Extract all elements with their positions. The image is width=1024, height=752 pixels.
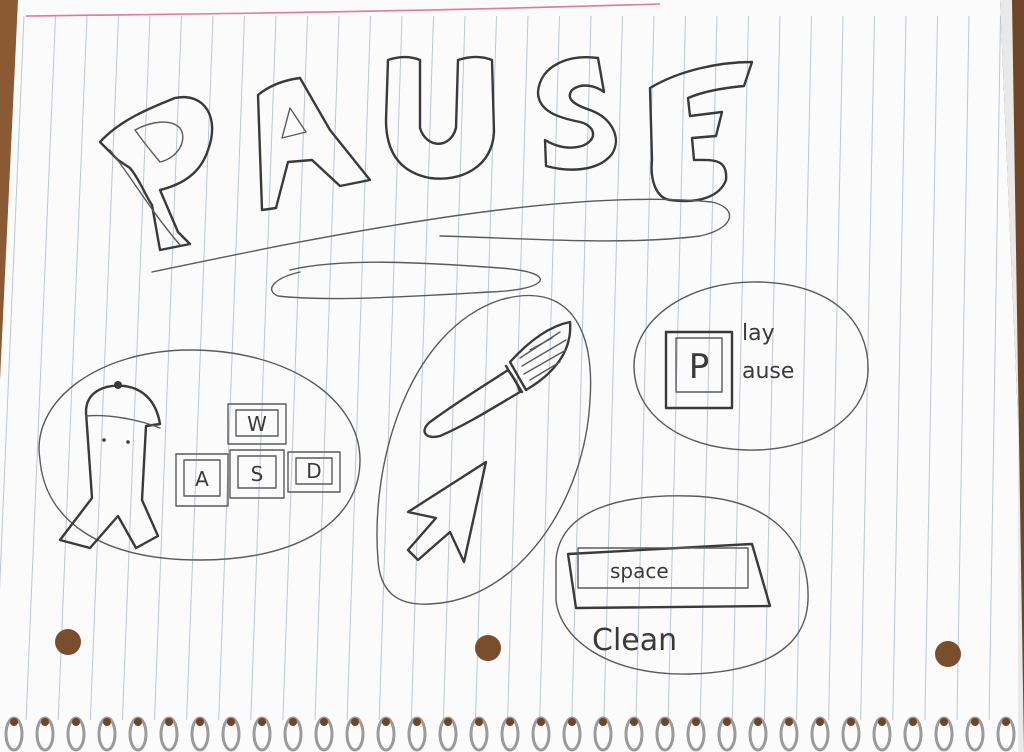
spiral-hole xyxy=(103,718,111,726)
spiral-hole xyxy=(258,718,266,726)
punch-hole-left xyxy=(55,629,81,655)
key-d-label: D xyxy=(306,459,321,483)
punch-hole-center xyxy=(475,635,501,661)
key-p-label: P xyxy=(689,347,710,387)
spiral-hole xyxy=(413,718,421,726)
spiral-hole xyxy=(661,718,669,726)
spiral-hole xyxy=(227,718,235,726)
key-a-label: A xyxy=(195,467,209,491)
spiral-hole xyxy=(537,718,545,726)
play-label: lay xyxy=(742,321,775,346)
spiral-hole xyxy=(72,718,80,726)
spiral-hole xyxy=(909,718,917,726)
spiral-hole xyxy=(568,718,576,726)
spiral-hole xyxy=(10,718,18,726)
spiral-hole xyxy=(444,718,452,726)
spiral-hole xyxy=(816,718,824,726)
spiral-hole xyxy=(320,718,328,726)
spiral-hole xyxy=(1002,718,1010,726)
spiral-hole xyxy=(196,718,204,726)
spiral-hole xyxy=(506,718,514,726)
spiral-hole xyxy=(971,718,979,726)
spiral-hole xyxy=(475,718,483,726)
spiral-hole xyxy=(878,718,886,726)
key-w-label: W xyxy=(247,412,267,436)
spiral-hole xyxy=(847,718,855,726)
spiral-hole xyxy=(165,718,173,726)
clean-caption: Clean xyxy=(592,623,677,658)
spiral-hole xyxy=(723,718,731,726)
spiral-hole xyxy=(630,718,638,726)
spiral-hole xyxy=(41,718,49,726)
pause-label: ause xyxy=(742,359,794,384)
spiral-hole xyxy=(351,718,359,726)
spiral-hole xyxy=(599,718,607,726)
spiral-hole xyxy=(754,718,762,726)
key-s-label: S xyxy=(251,462,264,486)
spiral-hole xyxy=(785,718,793,726)
spiral-hole xyxy=(692,718,700,726)
spiral-hole xyxy=(289,718,297,726)
spiral-hole xyxy=(940,718,948,726)
punch-hole-right xyxy=(935,641,961,667)
spiral-hole xyxy=(134,718,142,726)
spiral-hole xyxy=(382,718,390,726)
sketch-canvas: W A S D P lay ause space Clean xyxy=(0,0,1024,752)
notebook-sketch: W A S D P lay ause space Clean xyxy=(0,0,1024,752)
space-key-label: space xyxy=(610,559,669,583)
